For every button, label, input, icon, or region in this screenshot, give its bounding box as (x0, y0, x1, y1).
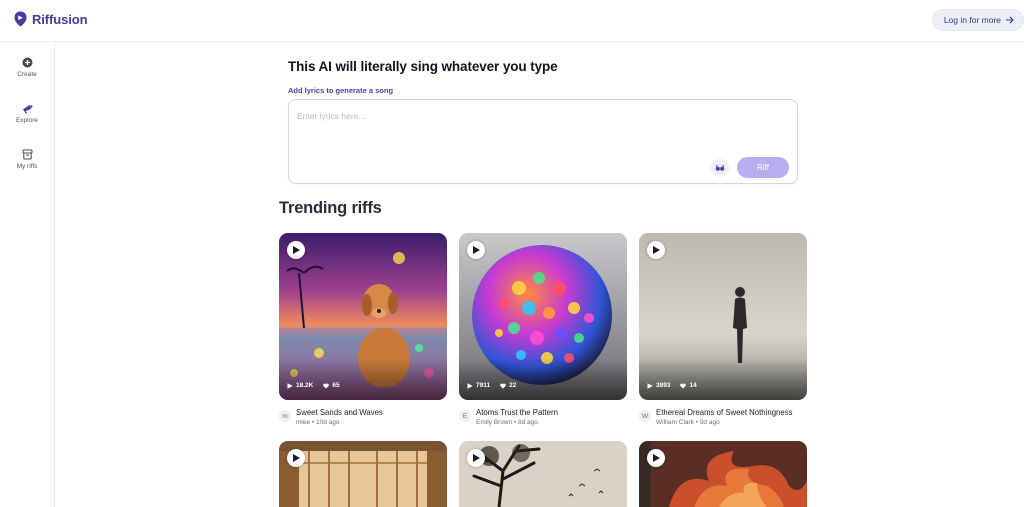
riff-thumbnail[interactable]: 3893 14 (639, 233, 807, 400)
riff-button[interactable]: Riff (737, 157, 789, 178)
like-count: 14 (689, 382, 697, 389)
riff-byline: William Clark • 9d ago (656, 419, 720, 426)
timestamp: 8d ago (518, 419, 538, 426)
avatar[interactable]: W (639, 410, 651, 422)
sidebar-item-create[interactable]: Create (0, 57, 54, 78)
brand-logo[interactable]: Riffusion (14, 11, 88, 27)
play-icon (293, 246, 300, 254)
riff-byline: Emily Brown • 8d ago (476, 419, 538, 426)
play-icon (473, 454, 480, 462)
avatar[interactable]: m (279, 410, 291, 422)
colorful-sphere-image (459, 233, 627, 400)
sidebar-item-label: My riffs (16, 163, 38, 170)
riff-meta: W Ethereal Dreams of Sweet Nothingness W… (639, 408, 807, 432)
sidebar-item-explore[interactable]: Explore (0, 103, 54, 124)
sidebar-nav: Create Explore My riffs (0, 42, 55, 507)
page-title: This AI will literally sing whatever you… (288, 59, 558, 74)
plays-icon (467, 382, 473, 389)
figure-in-fog-image (639, 233, 807, 400)
brand-name: Riffusion (32, 11, 88, 27)
grand-hall-image (279, 441, 447, 507)
riff-byline: mlee • 10d ago (296, 419, 340, 426)
play-icon (653, 454, 660, 462)
play-icon (653, 246, 660, 254)
play-button[interactable] (467, 449, 485, 467)
lyrics-composer: Riff (288, 99, 798, 184)
section-title-trending: Trending riffs (279, 199, 382, 217)
timestamp: 10d ago (315, 419, 340, 426)
riff-thumbnail[interactable]: 18.2K 65 (279, 233, 447, 400)
play-count: 3893 (656, 382, 671, 389)
sidebar-item-label: Create (17, 71, 37, 78)
glasses-icon (715, 164, 725, 171)
riff-meta: E Atoms Trust the Pattern Emily Brown • … (459, 408, 627, 432)
play-button[interactable] (467, 241, 485, 259)
top-header: Riffusion Log in for more (0, 0, 1024, 42)
archive-box-icon (22, 149, 32, 160)
riff-stats: 18.2K 65 (287, 382, 340, 389)
play-icon (473, 246, 480, 254)
sidebar-item-label: Explore (15, 117, 39, 124)
login-button[interactable]: Log in for more (931, 9, 1024, 31)
author-name[interactable]: Emily Brown (476, 419, 512, 426)
play-button[interactable] (647, 449, 665, 467)
riff-thumbnail[interactable] (279, 441, 447, 507)
heart-icon (323, 383, 330, 389)
play-button[interactable] (647, 241, 665, 259)
riff-thumbnail[interactable] (639, 441, 807, 507)
riff-title[interactable]: Sweet Sands and Waves (296, 408, 383, 417)
riff-thumbnail[interactable]: 7911 22 (459, 233, 627, 400)
plus-circle-icon (22, 57, 32, 68)
vocal-mode-button[interactable] (711, 159, 729, 177)
dog-on-beach-image (279, 233, 447, 400)
riff-meta: m Sweet Sands and Waves mlee • 10d ago (279, 408, 447, 432)
author-name[interactable]: mlee (296, 419, 310, 426)
avatar[interactable]: E (459, 410, 471, 422)
megaphone-icon (22, 105, 32, 114)
play-button[interactable] (287, 449, 305, 467)
timestamp: 9d ago (699, 419, 720, 426)
arrow-right-icon (1006, 16, 1014, 24)
play-count: 7911 (476, 382, 491, 389)
sidebar-item-my-riffs[interactable]: My riffs (0, 149, 54, 170)
riff-title[interactable]: Ethereal Dreams of Sweet Nothingness (656, 408, 793, 417)
dark-tree-image (459, 441, 627, 507)
play-button[interactable] (287, 241, 305, 259)
play-count: 18.2K (296, 382, 314, 389)
play-icon (293, 454, 300, 462)
riff-title[interactable]: Atoms Trust the Pattern (476, 408, 558, 417)
lyrics-prompt-label: Add lyrics to generate a song (288, 86, 394, 95)
plays-icon (647, 382, 653, 389)
riff-stats: 3893 14 (647, 382, 697, 389)
login-label: Log in for more (943, 15, 1001, 25)
riffusion-logo-icon (14, 11, 27, 27)
like-count: 22 (509, 382, 517, 389)
fire-image (639, 441, 807, 507)
riff-stats: 7911 22 (467, 382, 516, 389)
heart-icon (500, 383, 506, 389)
heart-icon (680, 383, 687, 389)
lyrics-input[interactable] (297, 109, 737, 123)
author-name[interactable]: William Clark (656, 419, 694, 426)
like-count: 65 (332, 382, 340, 389)
plays-icon (287, 382, 293, 389)
riff-thumbnail[interactable] (459, 441, 627, 507)
